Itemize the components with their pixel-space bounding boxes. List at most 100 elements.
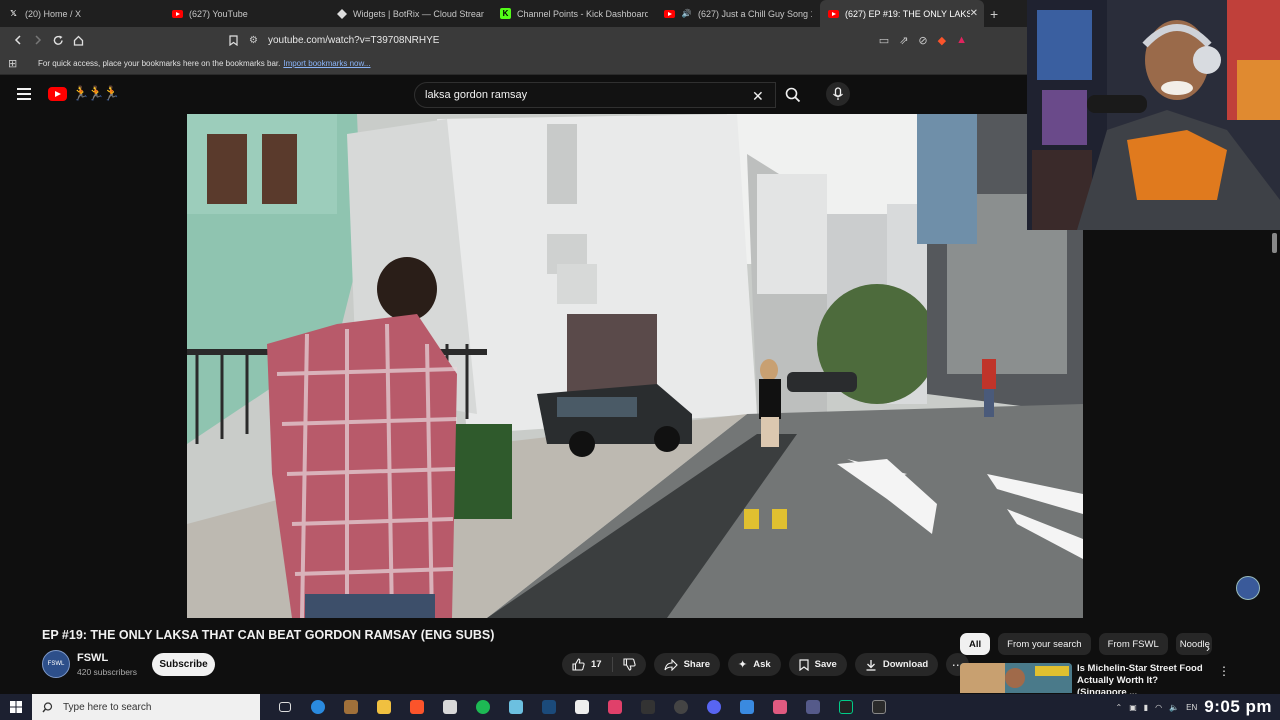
windows-taskbar: Type here to search ⌃ ▣ ▮ ◠ 🔈 EN 9:05 pm [0, 694, 1280, 720]
channel-watermark-icon[interactable] [1236, 576, 1260, 600]
brave-shield-icon[interactable]: ◆ [938, 34, 946, 47]
speaker-icon[interactable]: 🔊 [681, 8, 692, 19]
search-input[interactable]: laksa gordon ramsay [414, 82, 776, 108]
pin-icon[interactable]: ⊘ [918, 34, 927, 47]
menu-icon[interactable] [17, 88, 31, 100]
taskbar-search-input[interactable]: Type here to search [32, 694, 260, 720]
channel-name[interactable]: FSWL [77, 652, 108, 664]
brave-rewards-icon[interactable]: ▲ [956, 34, 967, 46]
voice-search-button[interactable] [826, 82, 850, 106]
pin-app-icon[interactable] [763, 694, 796, 720]
file-explorer-icon[interactable] [367, 694, 400, 720]
youtube-icon [828, 8, 839, 19]
video-actions: 17 Share ✦ Ask Save Download ⋯ [562, 653, 970, 676]
subscribe-button[interactable]: Subscribe [152, 653, 215, 676]
tray-overflow-icon[interactable]: ⌃ [1116, 703, 1123, 712]
ask-label: Ask [753, 659, 771, 670]
network-icon[interactable]: ▣ [1129, 703, 1137, 712]
like-button[interactable]: 17 [562, 653, 612, 676]
more-vertical-icon[interactable]: ⋮ [1218, 664, 1230, 678]
reload-icon[interactable] [48, 30, 68, 50]
tab-laksa-video[interactable]: (627) EP #19: THE ONLY LAKSA TH ✕ [820, 0, 984, 27]
dislike-button[interactable] [613, 653, 646, 676]
search-button[interactable] [776, 82, 810, 108]
channel-avatar[interactable]: FSWL [42, 650, 70, 678]
url-field[interactable]: ⚙ youtube.com/watch?v=T39708NRHYE [249, 35, 439, 46]
volume-icon[interactable]: 🔈 [1169, 703, 1179, 712]
botrix-icon [336, 8, 347, 19]
tab-x-home[interactable]: 𝕏 (20) Home / X [0, 0, 164, 27]
terminal-icon[interactable] [829, 694, 862, 720]
import-bookmarks-link[interactable]: Import bookmarks now... [283, 59, 370, 68]
clear-search-icon[interactable]: ✕ [752, 88, 764, 105]
page-scrollbar[interactable] [1272, 233, 1277, 253]
ask-button[interactable]: ✦ Ask [727, 653, 781, 676]
chip-from-your-search[interactable]: From your search [998, 633, 1091, 655]
related-filter-chips: All From your search From FSWL Noodle [960, 633, 1212, 655]
url-text: youtube.com/watch?v=T39708NRHYE [267, 34, 440, 46]
epic-launcher-icon[interactable] [862, 694, 895, 720]
game-app-icon[interactable] [334, 694, 367, 720]
download-button[interactable]: Download [854, 653, 939, 676]
calculator-icon[interactable] [433, 694, 466, 720]
task-view-icon[interactable] [268, 694, 301, 720]
camera-app-icon[interactable] [565, 694, 598, 720]
save-label: Save [814, 659, 837, 670]
wifi-icon[interactable]: ◠ [1155, 703, 1162, 712]
blue-app-icon[interactable] [730, 694, 763, 720]
sparkle-icon: ✦ [737, 659, 748, 671]
back-icon[interactable] [8, 30, 28, 50]
address-bar-actions: ▭ ⇗ ⊘ ◆ ▲ [879, 34, 967, 47]
subscriber-count: 420 subscribers [77, 667, 138, 677]
video-title: EP #19: THE ONLY LAKSA THAT CAN BEAT GOR… [42, 628, 495, 642]
bookmark-icon[interactable] [223, 30, 243, 50]
system-tray: ⌃ ▣ ▮ ◠ 🔈 EN 9:05 pm [1116, 694, 1273, 720]
taskbar-search-placeholder: Type here to search [63, 701, 152, 713]
like-count: 17 [591, 659, 602, 670]
share-button[interactable]: Share [653, 653, 720, 676]
chevron-right-icon[interactable]: › [1206, 641, 1210, 655]
suggested-video-thumbnail[interactable] [960, 663, 1072, 693]
tab-kick-dashboard[interactable]: K Channel Points - Kick Dashboard [492, 0, 656, 27]
usb-icon[interactable]: ▮ [1144, 703, 1148, 712]
forward-icon[interactable] [28, 30, 48, 50]
chip-from-channel[interactable]: From FSWL [1098, 633, 1168, 655]
chip-all[interactable]: All [960, 633, 991, 655]
tab-chill-guy[interactable]: 🔊 (627) Just a Chill Guy Song 10 Ho [656, 0, 820, 27]
brave-icon[interactable] [400, 694, 433, 720]
pink-app-icon[interactable] [598, 694, 631, 720]
edge-icon[interactable] [301, 694, 334, 720]
apps-grid-icon[interactable]: ⊞ [8, 57, 22, 70]
spotify-icon[interactable] [466, 694, 499, 720]
share-icon [664, 658, 678, 671]
windows-start-icon[interactable] [0, 694, 32, 720]
language-indicator[interactable]: EN [1186, 703, 1197, 712]
webcam-overlay [1027, 0, 1280, 230]
video-player[interactable] [187, 114, 1083, 618]
new-tab-icon[interactable]: + [990, 6, 998, 22]
cast-icon[interactable]: ▭ [879, 34, 889, 47]
youtube-logo-icon[interactable] [48, 87, 67, 101]
notepad-icon[interactable] [499, 694, 532, 720]
controller-app-icon[interactable] [796, 694, 829, 720]
site-info-icon[interactable]: ⚙ [249, 35, 258, 46]
discord-icon[interactable] [697, 694, 730, 720]
tab-label: (627) Just a Chill Guy Song 10 Ho [698, 8, 812, 19]
share-page-icon[interactable]: ⇗ [899, 34, 908, 47]
tab-botrix[interactable]: Widgets | BotRix — Cloud Streaming [328, 0, 492, 27]
save-button[interactable]: Save [788, 653, 847, 676]
home-icon[interactable] [68, 30, 88, 50]
bookmarks-bar: ⊞ For quick access, place your bookmarks… [0, 53, 1027, 75]
thumbs-down-icon [623, 658, 636, 671]
streamer-webcam-feed [1027, 0, 1280, 230]
youtube-doodle-icon[interactable]: 🏃🏃🏃 [72, 85, 120, 102]
search-query: laksa gordon ramsay [425, 89, 528, 101]
obs-icon[interactable] [664, 694, 697, 720]
tab-youtube-home[interactable]: (627) YouTube [164, 0, 328, 27]
close-tab-icon[interactable]: ✕ [970, 8, 978, 19]
clock-time[interactable]: 9:05 pm [1204, 697, 1272, 717]
steam-icon[interactable] [532, 694, 565, 720]
kick-icon: K [500, 8, 511, 19]
epic-games-icon[interactable] [631, 694, 664, 720]
download-label: Download [882, 659, 929, 670]
